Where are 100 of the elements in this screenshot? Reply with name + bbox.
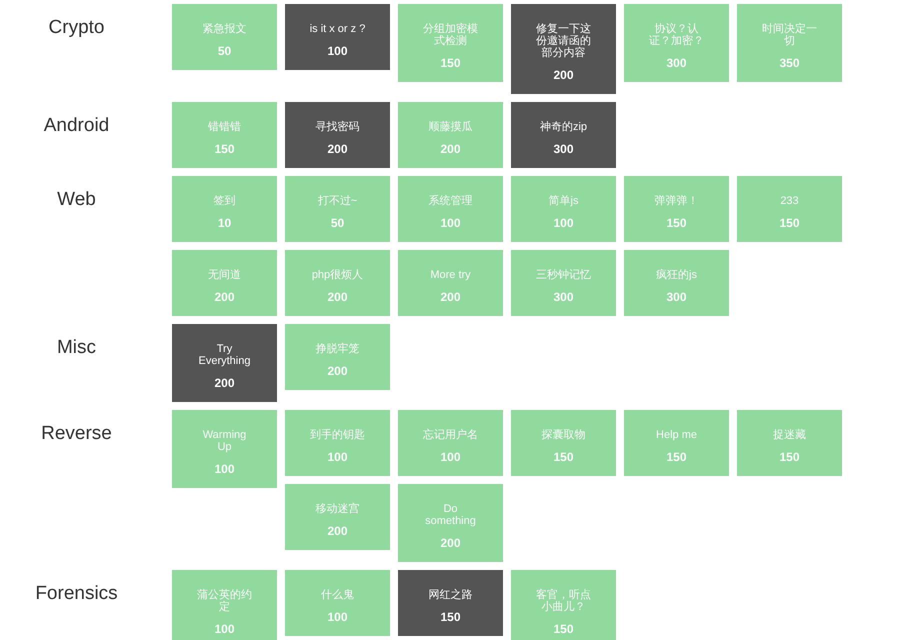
challenge-tile[interactable]: 神奇的zip 300 [511,102,616,168]
challenge-tile[interactable]: 无间道 200 [172,250,277,316]
challenge-tile[interactable]: 到手的钥匙 100 [285,410,390,476]
challenge-title: 弹弹弹！ [654,195,698,207]
challenge-title: 什么鬼 [321,589,354,601]
challenge-title: 233 [780,195,799,207]
challenge-points: 100 [327,45,348,57]
category-label: Android [44,114,110,137]
challenge-title: 时间决定一切 [761,23,818,47]
challenge-tile[interactable]: 顺藤摸瓜 200 [398,102,503,168]
challenge-title: 捉迷藏 [773,429,806,441]
challenge-points: 200 [327,525,348,537]
challenge-title: Try Everything [198,343,252,367]
challenge-points: 300 [553,291,574,303]
challenge-tile[interactable]: php很烦人 200 [285,250,390,316]
challenge-title: More try [430,269,471,281]
category-label: Web [57,188,96,211]
challenge-points: 150 [779,451,800,463]
challenge-title: 分组加密模式检测 [422,23,479,47]
challenge-title: 错错错 [208,121,241,133]
challenge-points: 50 [218,45,232,57]
challenge-tile[interactable]: 系统管理 100 [398,176,503,242]
challenge-tile[interactable]: 疯狂的js 300 [624,250,729,316]
challenge-tile[interactable]: 挣脱牢笼 200 [285,324,390,390]
challenge-title: 顺藤摸瓜 [428,121,472,133]
challenge-title: 到手的钥匙 [310,429,365,441]
challenge-title: 移动迷宫 [316,503,360,515]
challenge-title: 系统管理 [428,195,472,207]
category-label: Reverse [41,422,112,445]
challenge-points: 200 [327,143,348,155]
challenge-tile[interactable]: Warming Up 100 [172,410,277,488]
challenge-points: 150 [440,611,461,623]
challenge-points: 150 [553,451,574,463]
challenge-tile[interactable]: Do something 200 [398,484,503,562]
challenge-points: 150 [779,217,800,229]
challenge-points: 300 [666,57,687,69]
challenge-tile[interactable]: 忘记用户名 100 [398,410,503,476]
challenge-points: 300 [666,291,687,303]
challenge-points: 150 [214,143,235,155]
challenge-tile[interactable]: Try Everything 200 [172,324,277,402]
challenge-title: 网红之路 [428,589,472,601]
challenge-title: 打不过~ [318,195,358,207]
challenge-points: 50 [330,217,344,229]
challenge-title: 签到 [214,195,236,207]
challenge-tile[interactable]: 233 150 [737,176,842,242]
challenge-title: 探囊取物 [542,429,586,441]
challenge-title: 挣脱牢笼 [316,343,360,355]
category-label: Misc [56,336,96,359]
challenge-tile[interactable]: 移动迷宫 200 [285,484,390,550]
challenge-tile[interactable]: 分组加密模式检测 150 [398,4,503,82]
challenge-title: 无间道 [208,269,241,281]
challenge-points: 200 [440,537,461,549]
challenge-title: 寻找密码 [316,121,360,133]
challenge-points: 150 [553,623,574,635]
challenge-points: 350 [779,57,800,69]
challenge-points: 200 [327,365,348,377]
challenge-points: 300 [553,143,574,155]
challenge-tile[interactable]: 弹弹弹！ 150 [624,176,729,242]
challenge-title: 疯狂的js [656,269,697,281]
challenge-points: 100 [327,451,348,463]
challenge-tile[interactable]: 蒲公英的约定 100 [172,570,277,640]
challenge-title: Help me [656,429,697,441]
challenge-points: 200 [440,143,461,155]
challenge-title: 修复一下这份邀请函的部分内容 [535,23,592,59]
category-label: Crypto [48,16,104,39]
challenge-tile[interactable]: 网红之路 150 [398,570,503,636]
challenge-tile[interactable]: 修复一下这份邀请函的部分内容 200 [511,4,616,94]
challenge-tile[interactable]: 寻找密码 200 [285,102,390,168]
challenge-tile[interactable]: 紧急报文 50 [172,4,277,70]
challenge-points: 100 [214,623,235,635]
challenge-points: 100 [327,611,348,623]
category-label: Forensics [35,582,118,605]
challenge-tile[interactable]: is it x or z ? 100 [285,4,390,70]
challenge-title: Warming Up [202,429,248,453]
challenge-title: 紧急报文 [202,23,246,35]
challenge-tile[interactable]: 探囊取物 150 [511,410,616,476]
challenge-points: 200 [440,291,461,303]
challenge-tile[interactable]: 时间决定一切 350 [737,4,842,82]
challenge-tile[interactable]: 打不过~ 50 [285,176,390,242]
challenge-tile[interactable]: 签到 10 [172,176,277,242]
challenge-points: 200 [214,291,235,303]
challenge-title: 协议？认证？加密？ [648,23,705,47]
challenge-tile[interactable]: 三秒钟记忆 300 [511,250,616,316]
challenge-tile[interactable]: Help me 150 [624,410,729,476]
challenge-title: 三秒钟记忆 [536,269,591,281]
challenge-points: 10 [218,217,232,229]
challenge-tile[interactable]: 客官，听点小曲儿？ 150 [511,570,616,640]
challenge-tile[interactable]: 捉迷藏 150 [737,410,842,476]
challenge-tile[interactable]: 简单js 100 [511,176,616,242]
challenge-title: 客官，听点小曲儿？ [535,589,592,613]
challenge-points: 100 [440,451,461,463]
challenge-points: 150 [440,57,461,69]
challenge-title: 神奇的zip [540,121,588,133]
challenge-tile[interactable]: 什么鬼 100 [285,570,390,636]
challenge-points: 100 [214,463,235,475]
challenge-points: 150 [666,451,687,463]
challenge-title: 忘记用户名 [423,429,478,441]
challenge-tile[interactable]: 错错错 150 [172,102,277,168]
challenge-tile[interactable]: More try 200 [398,250,503,316]
challenge-tile[interactable]: 协议？认证？加密？ 300 [624,4,729,82]
